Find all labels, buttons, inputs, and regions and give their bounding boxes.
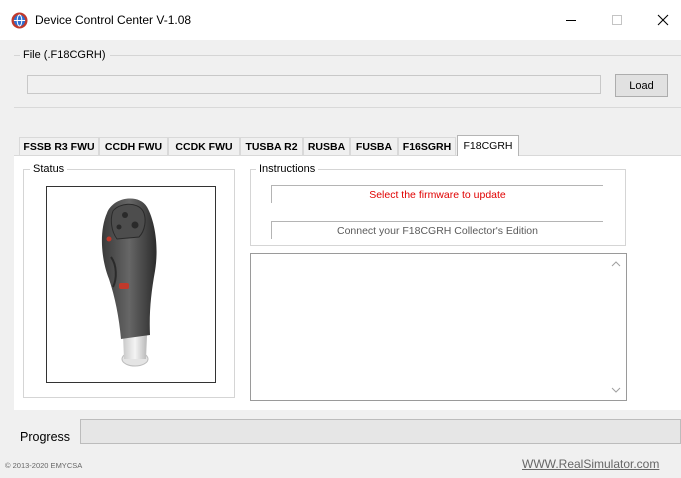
progress-label: Progress [20,430,71,444]
instruction-line-2: Connect your F18CGRH Collector's Edition [271,221,603,239]
website-link[interactable]: WWW.RealSimulator.com [522,457,659,471]
tab-fssb-r3-fwu[interactable]: FSSB R3 FWU [19,137,99,155]
status-label: Status [30,163,68,175]
divider [14,107,681,108]
scroll-down-arrow-icon[interactable] [609,383,623,397]
instruction-line-1: Select the firmware to update [271,185,603,203]
minimize-icon [566,20,576,21]
file-group-label: File (.F18CGRH) [20,49,110,61]
tab-f18cgrh[interactable]: F18CGRH [457,135,519,156]
joystick-image-frame [46,186,216,383]
tab-ccdk-fwu[interactable]: CCDK FWU [168,137,240,155]
tab-ccdh-fwu[interactable]: CCDH FWU [99,137,168,155]
minimize-button[interactable] [548,0,594,40]
tab-fusba[interactable]: FUSBA [350,137,398,155]
load-button[interactable]: Load [615,74,668,97]
close-button[interactable] [640,0,681,40]
log-textarea[interactable] [250,253,627,401]
maximize-button[interactable] [594,0,640,40]
maximize-icon [612,15,622,25]
instructions-label: Instructions [256,163,319,175]
device-globe-icon [11,12,28,29]
close-icon [657,14,669,26]
tab-f16sgrh[interactable]: F16SGRH [398,137,456,155]
joystick-grip-image [101,198,157,367]
window-title: Device Control Center V-1.08 [35,13,192,27]
scroll-up-arrow-icon[interactable] [609,257,623,271]
tab-tusba-r2[interactable]: TUSBA R2 [240,137,303,155]
progress-bar [80,419,681,444]
copyright-text: © 2013-2020 EMYCSA [5,461,83,470]
tab-rusba[interactable]: RUSBA [303,137,350,155]
file-path-field[interactable] [27,75,601,94]
